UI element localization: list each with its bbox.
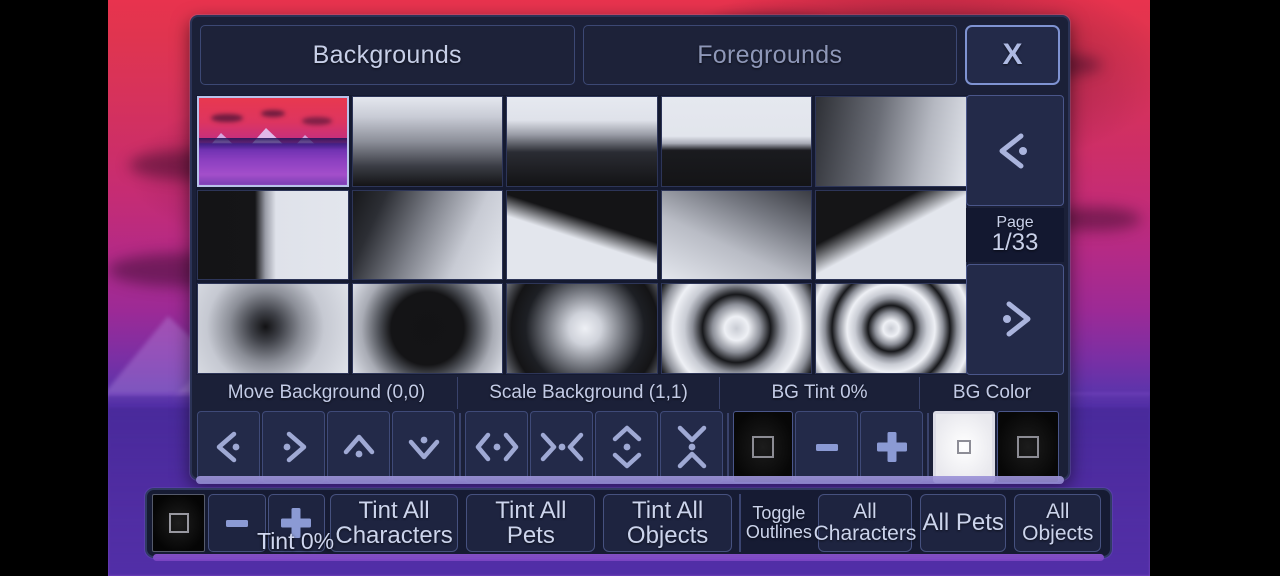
scale-expand-vertical-button[interactable]: [595, 411, 658, 483]
tab-bar: Backgrounds Foregrounds X: [200, 25, 1060, 85]
bg-tint-controls: [732, 409, 924, 485]
swatch-inner-square: [168, 513, 189, 533]
swatch-inner-square: [1017, 436, 1039, 458]
section-label-bg-tint: BG Tint 0%: [720, 377, 920, 409]
thumb-gradient-diagonal-dark-light[interactable]: [815, 96, 967, 187]
swatch-inner-square: [752, 436, 774, 458]
all-pets-button[interactable]: All Pets: [919, 494, 1007, 552]
global-tint-toolbar: Tint All Characters Tint All Pets Tint A…: [145, 488, 1112, 561]
chevron-up-dot-icon: [343, 434, 374, 458]
thumb-gradient-soft-diagonal[interactable]: [660, 189, 813, 281]
background-picker-panel: Backgrounds Foregrounds X Page 1/33 Move…: [190, 15, 1070, 484]
section-label-move-background: Move Background (0,0): [196, 377, 458, 409]
pager: Page 1/33: [966, 95, 1064, 375]
prev-page-button[interactable]: [966, 95, 1064, 207]
global-tint-decrease-button[interactable]: [208, 494, 266, 552]
thumb-radial-rings-tight[interactable]: [815, 283, 967, 374]
scale-expand-horizontal-button[interactable]: [465, 411, 528, 483]
move-controls: [196, 409, 456, 485]
thumb-mountain-scene[interactable]: [197, 96, 349, 187]
control-divider-2: [727, 413, 729, 481]
scale-controls: [464, 409, 724, 485]
bg-tint-decrease-button[interactable]: [795, 411, 858, 483]
chevron-right-dot-icon: [283, 431, 306, 463]
thumb-radial-light-center[interactable]: [506, 283, 658, 374]
minus-icon: [815, 444, 838, 451]
tint-all-characters-button[interactable]: Tint All Characters: [329, 494, 459, 552]
thumbnail-grid: [196, 95, 968, 375]
contract-horizontal-icon: [540, 432, 583, 462]
tab-backgrounds-label: Backgrounds: [312, 40, 462, 69]
thumb-radial-small-dark-center[interactable]: [197, 283, 349, 374]
thumb-gradient-angled-beam[interactable]: [815, 189, 967, 281]
thumb-gradient-vertical-light-dark[interactable]: [351, 96, 504, 187]
button-line-1: All Pets: [922, 509, 1004, 537]
button-line-1: Tint All: [358, 496, 430, 524]
button-line-2: Characters: [335, 522, 453, 549]
bg-tint-swatch[interactable]: [733, 411, 793, 483]
button-line-1: All: [853, 499, 877, 523]
toggle-outlines-line-1: Toggle: [752, 503, 806, 524]
chevron-right-dot-icon: [1003, 301, 1031, 337]
move-left-button[interactable]: [197, 411, 260, 483]
section-label-bg-color: BG Color: [952, 382, 1032, 403]
close-button[interactable]: X: [965, 25, 1060, 85]
thumb-gradient-diagonal-corner[interactable]: [351, 189, 504, 281]
page-number: 1/33: [991, 228, 1039, 256]
chevron-left-dot-icon: [216, 431, 239, 463]
button-line-2: Characters: [813, 522, 917, 545]
thumb-radial-large-dark-circle[interactable]: [351, 283, 504, 374]
contract-vertical-icon: [677, 425, 706, 469]
global-tint-swatch[interactable]: [152, 494, 206, 552]
section-header-bar: Move Background (0,0) Scale Background (…: [196, 377, 1064, 409]
move-down-button[interactable]: [392, 411, 455, 483]
button-line-1: Tint All: [632, 496, 704, 524]
thumb-gradient-vertical-split-left[interactable]: [197, 189, 349, 281]
control-divider-3: [927, 413, 929, 481]
expand-vertical-icon: [612, 425, 641, 469]
button-line-2: Objects: [1022, 522, 1094, 545]
button-line-2: Pets: [506, 522, 555, 549]
tab-foregrounds-label: Foregrounds: [697, 40, 843, 69]
thumb-gradient-triangle-wedge[interactable]: [506, 189, 658, 281]
thumb-gradient-vertical-hard-edge[interactable]: [506, 96, 658, 187]
thumb-radial-rings-wide[interactable]: [660, 283, 813, 374]
button-line-1: All: [1046, 499, 1070, 523]
section-label-scale-background: Scale Background (1,1): [458, 377, 720, 409]
control-bar: [196, 409, 1064, 485]
scale-contract-vertical-button[interactable]: [660, 411, 723, 483]
tint-all-pets-button[interactable]: Tint All Pets: [466, 494, 596, 552]
bg-color-controls: [932, 409, 1060, 485]
chevron-left-dot-icon: [999, 133, 1027, 169]
all-characters-button[interactable]: All Characters: [814, 494, 916, 552]
tab-backgrounds[interactable]: Backgrounds: [200, 25, 575, 85]
chevron-down-dot-icon: [408, 436, 439, 460]
toolbar-divider: [738, 494, 741, 552]
toggle-outlines-button[interactable]: Toggle Outlines: [746, 504, 812, 542]
global-tint-increase-button[interactable]: [267, 494, 325, 552]
close-icon: X: [1002, 38, 1023, 71]
button-line-2: Objects: [626, 522, 709, 549]
bg-color-black-swatch[interactable]: [997, 411, 1059, 483]
swatch-inner-square: [957, 440, 971, 454]
toggle-outlines-line-2: Outlines: [745, 522, 812, 542]
page-indicator: Page 1/33: [966, 208, 1064, 262]
control-divider-1: [459, 413, 461, 481]
plus-icon: [281, 508, 312, 538]
screen: Backgrounds Foregrounds X Page 1/33 Move…: [0, 0, 1280, 576]
move-up-button[interactable]: [327, 411, 390, 483]
move-right-button[interactable]: [262, 411, 325, 483]
tab-foregrounds[interactable]: Foregrounds: [582, 25, 957, 85]
scale-contract-horizontal-button[interactable]: [530, 411, 593, 483]
tint-all-objects-button[interactable]: Tint All Objects: [603, 494, 732, 552]
thumb-gradient-split-horizontal[interactable]: [660, 96, 813, 187]
bg-color-white-swatch[interactable]: [933, 411, 995, 483]
expand-horizontal-icon: [475, 432, 518, 462]
bg-tint-increase-button[interactable]: [860, 411, 923, 483]
plus-icon: [876, 432, 907, 462]
next-page-button[interactable]: [966, 263, 1064, 375]
minus-icon: [226, 520, 248, 527]
button-line-1: Tint All: [495, 496, 567, 524]
all-objects-button[interactable]: All Objects: [1014, 494, 1101, 552]
